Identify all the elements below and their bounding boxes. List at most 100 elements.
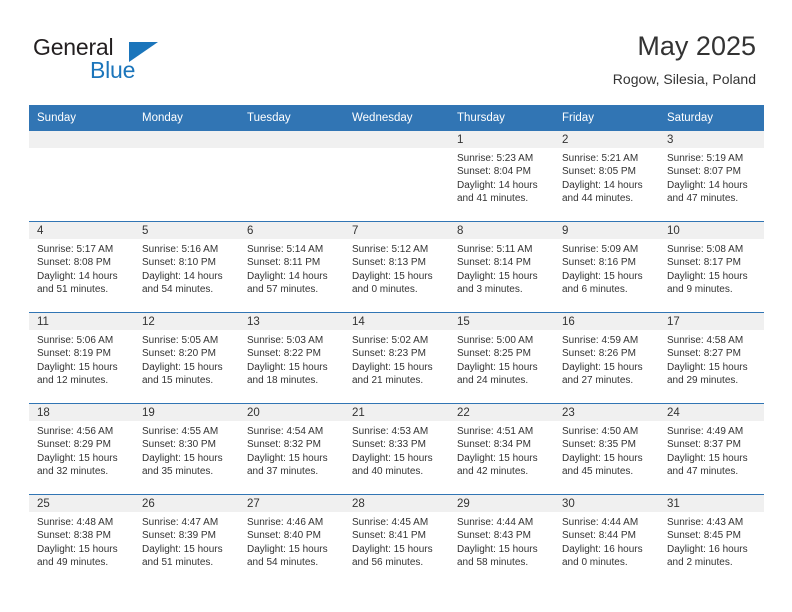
calendar-day-cell[interactable]: 28 Sunrise: 4:45 AM Sunset: 8:41 PM Dayligh… (344, 494, 449, 585)
calendar-day-cell[interactable]: 31 Sunrise: 4:43 AM Sunset: 8:45 PM Dayligh… (659, 494, 764, 585)
daylight-text-line1: Daylight: 15 hours (247, 361, 328, 373)
day-cell-details: Sunrise: 4:51 AM Sunset: 8:34 PM Daylight:… (449, 421, 554, 479)
day-cell-inner (29, 131, 134, 221)
calendar-day-cell[interactable]: 21 Sunrise: 4:53 AM Sunset: 8:33 PM Dayligh… (344, 403, 449, 495)
sunrise-text: Sunrise: 4:54 AM (247, 426, 324, 437)
calendar-day-cell[interactable]: 11 Sunrise: 5:06 AM Sunset: 8:19 PM Dayligh… (29, 312, 134, 404)
calendar-day-cell[interactable]: 6 Sunrise: 5:14 AM Sunset: 8:11 PM Daylight… (239, 221, 344, 313)
day-cell-inner: 17 Sunrise: 4:58 AM Sunset: 8:27 PM Dayligh… (659, 313, 764, 403)
daylight-text-line1: Daylight: 14 hours (562, 179, 643, 191)
day-cell-inner: 12 Sunrise: 5:05 AM Sunset: 8:20 PM Dayligh… (134, 313, 239, 403)
calendar-day-cell[interactable]: 23 Sunrise: 4:50 AM Sunset: 8:35 PM Dayligh… (554, 403, 659, 495)
calendar-day-cell[interactable]: 19 Sunrise: 4:55 AM Sunset: 8:30 PM Dayligh… (134, 403, 239, 495)
day-cell-inner: 22 Sunrise: 4:51 AM Sunset: 8:34 PM Dayligh… (449, 404, 554, 494)
calendar-day-cell[interactable]: 10 Sunrise: 5:08 AM Sunset: 8:17 PM Dayligh… (659, 221, 764, 313)
sunset-text: Sunset: 8:37 PM (667, 439, 741, 451)
day-number (29, 131, 134, 148)
brand-logo[interactable]: General Blue (33, 34, 263, 90)
calendar-day-cell[interactable]: 25 Sunrise: 4:48 AM Sunset: 8:38 PM Dayligh… (29, 494, 134, 585)
daylight-text-line2: and 0 minutes. (562, 557, 628, 569)
weekday-header-wednesday: Wednesday (344, 105, 449, 131)
daylight-text-line2: and 57 minutes. (247, 284, 319, 296)
day-number: 29 (449, 495, 554, 512)
sunrise-text: Sunrise: 4:49 AM (667, 426, 744, 437)
daylight-text-line2: and 49 minutes. (37, 557, 109, 569)
calendar-day-cell[interactable]: 4 Sunrise: 5:17 AM Sunset: 8:08 PM Daylight… (29, 221, 134, 313)
daylight-text-line2: and 18 minutes. (247, 375, 319, 387)
daylight-text-line2: and 12 minutes. (37, 375, 109, 387)
daylight-text-line2: and 21 minutes. (352, 375, 424, 387)
calendar-day-cell[interactable]: 12 Sunrise: 5:05 AM Sunset: 8:20 PM Dayligh… (134, 312, 239, 404)
day-cell-details (239, 148, 344, 152)
calendar-day-cell[interactable]: 7 Sunrise: 5:12 AM Sunset: 8:13 PM Daylight… (344, 221, 449, 313)
calendar-day-cell[interactable]: 3 Sunrise: 5:19 AM Sunset: 8:07 PM Daylight… (659, 131, 764, 222)
day-cell-details: Sunrise: 5:08 AM Sunset: 8:17 PM Daylight:… (659, 239, 764, 297)
day-cell-details: Sunrise: 4:50 AM Sunset: 8:35 PM Daylight:… (554, 421, 659, 479)
calendar-day-cell[interactable]: 26 Sunrise: 4:47 AM Sunset: 8:39 PM Dayligh… (134, 494, 239, 585)
calendar-day-cell[interactable]: 29 Sunrise: 4:44 AM Sunset: 8:43 PM Dayligh… (449, 494, 554, 585)
day-number: 2 (554, 131, 659, 148)
calendar-day-cell[interactable]: 17 Sunrise: 4:58 AM Sunset: 8:27 PM Dayligh… (659, 312, 764, 404)
calendar-day-cell[interactable]: 9 Sunrise: 5:09 AM Sunset: 8:16 PM Daylight… (554, 221, 659, 313)
calendar-day-cell[interactable]: 2 Sunrise: 5:21 AM Sunset: 8:05 PM Daylight… (554, 131, 659, 222)
sunset-text: Sunset: 8:04 PM (457, 166, 531, 178)
calendar-day-cell[interactable]: 30 Sunrise: 4:44 AM Sunset: 8:44 PM Dayligh… (554, 494, 659, 585)
calendar-week-row: 4 Sunrise: 5:17 AM Sunset: 8:08 PM Daylight… (29, 221, 764, 313)
day-number: 11 (29, 313, 134, 330)
day-cell-inner (134, 131, 239, 221)
calendar-day-cell[interactable]: 1 Sunrise: 5:23 AM Sunset: 8:04 PM Daylight… (449, 131, 554, 222)
day-number: 25 (29, 495, 134, 512)
daylight-text-line2: and 40 minutes. (352, 466, 424, 478)
sunset-text: Sunset: 8:22 PM (247, 348, 321, 360)
daylight-text-line1: Daylight: 14 hours (667, 179, 748, 191)
sunset-text: Sunset: 8:20 PM (142, 348, 216, 360)
day-number: 9 (554, 222, 659, 239)
calendar-body: 1 Sunrise: 5:23 AM Sunset: 8:04 PM Daylight… (29, 131, 764, 585)
weekday-header-saturday: Saturday (659, 105, 764, 131)
day-cell-details (134, 148, 239, 152)
day-cell-details: Sunrise: 5:00 AM Sunset: 8:25 PM Daylight:… (449, 330, 554, 388)
sunset-text: Sunset: 8:13 PM (352, 257, 426, 269)
daylight-text-line1: Daylight: 15 hours (142, 361, 223, 373)
calendar-day-cell[interactable]: 13 Sunrise: 5:03 AM Sunset: 8:22 PM Dayligh… (239, 312, 344, 404)
daylight-text-line2: and 3 minutes. (457, 284, 523, 296)
sunrise-text: Sunrise: 5:19 AM (667, 153, 744, 164)
day-number: 1 (449, 131, 554, 148)
day-cell-details: Sunrise: 5:02 AM Sunset: 8:23 PM Daylight:… (344, 330, 449, 388)
sunrise-text: Sunrise: 5:03 AM (247, 335, 324, 346)
page-header: General Blue May 2025 Rogow, Silesia, Po… (0, 0, 792, 104)
daylight-text-line1: Daylight: 15 hours (562, 361, 643, 373)
calendar-day-cell[interactable]: 14 Sunrise: 5:02 AM Sunset: 8:23 PM Dayligh… (344, 312, 449, 404)
calendar-day-cell[interactable]: 22 Sunrise: 4:51 AM Sunset: 8:34 PM Dayligh… (449, 403, 554, 495)
daylight-text-line2: and 44 minutes. (562, 193, 634, 205)
sunrise-text: Sunrise: 4:43 AM (667, 517, 744, 528)
sunset-text: Sunset: 8:43 PM (457, 530, 531, 542)
calendar-day-cell[interactable]: 5 Sunrise: 5:16 AM Sunset: 8:10 PM Daylight… (134, 221, 239, 313)
day-cell-details: Sunrise: 5:06 AM Sunset: 8:19 PM Daylight:… (29, 330, 134, 388)
day-cell-inner: 14 Sunrise: 5:02 AM Sunset: 8:23 PM Dayligh… (344, 313, 449, 403)
day-cell-details: Sunrise: 5:09 AM Sunset: 8:16 PM Daylight:… (554, 239, 659, 297)
day-cell-inner: 7 Sunrise: 5:12 AM Sunset: 8:13 PM Daylight… (344, 222, 449, 312)
calendar-day-cell[interactable]: 8 Sunrise: 5:11 AM Sunset: 8:14 PM Daylight… (449, 221, 554, 313)
sunset-text: Sunset: 8:07 PM (667, 166, 741, 178)
day-number (344, 131, 449, 148)
calendar-day-cell[interactable]: 16 Sunrise: 4:59 AM Sunset: 8:26 PM Dayligh… (554, 312, 659, 404)
sunrise-text: Sunrise: 5:17 AM (37, 244, 114, 255)
sunset-text: Sunset: 8:38 PM (37, 530, 111, 542)
sunrise-text: Sunrise: 5:16 AM (142, 244, 219, 255)
calendar-day-cell[interactable]: 18 Sunrise: 4:56 AM Sunset: 8:29 PM Dayligh… (29, 403, 134, 495)
daylight-text-line1: Daylight: 15 hours (142, 452, 223, 464)
sunset-text: Sunset: 8:27 PM (667, 348, 741, 360)
calendar-day-cell[interactable]: 27 Sunrise: 4:46 AM Sunset: 8:40 PM Dayligh… (239, 494, 344, 585)
daylight-text-line1: Daylight: 15 hours (142, 543, 223, 555)
calendar-day-cell[interactable]: 20 Sunrise: 4:54 AM Sunset: 8:32 PM Dayligh… (239, 403, 344, 495)
daylight-text-line1: Daylight: 16 hours (562, 543, 643, 555)
day-cell-details: Sunrise: 5:12 AM Sunset: 8:13 PM Daylight:… (344, 239, 449, 297)
calendar-page: General Blue May 2025 Rogow, Silesia, Po… (0, 0, 792, 612)
daylight-text-line2: and 35 minutes. (142, 466, 214, 478)
calendar-day-cell[interactable]: 15 Sunrise: 5:00 AM Sunset: 8:25 PM Dayligh… (449, 312, 554, 404)
daylight-text-line1: Daylight: 15 hours (352, 452, 433, 464)
daylight-text-line2: and 27 minutes. (562, 375, 634, 387)
day-number: 8 (449, 222, 554, 239)
calendar-day-cell[interactable]: 24 Sunrise: 4:49 AM Sunset: 8:37 PM Dayligh… (659, 403, 764, 495)
